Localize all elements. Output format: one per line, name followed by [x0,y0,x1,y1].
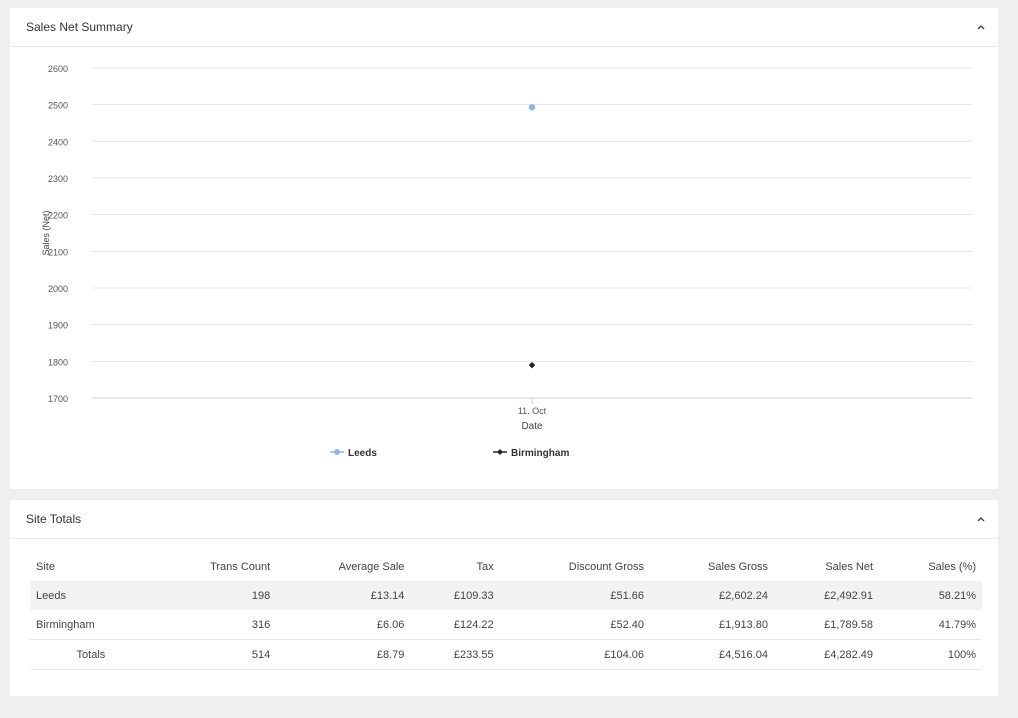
y-tick-label: 1800 [48,357,68,367]
point-birmingham [528,361,536,369]
legend-marker [497,449,503,455]
column-header-trans-count[interactable]: Trans Count [152,552,276,581]
x-axis-title: Date [521,421,543,432]
cell-trans-count: 316 [151,610,277,640]
table-panel-header[interactable]: Site Totals [10,500,998,539]
cell-discount-gross: £51.66 [499,581,650,610]
site-totals-panel: Site Totals Site Trans Count Average Sal… [10,500,998,696]
site-totals-table: Site Trans Count Average Sale Tax Discou… [30,552,982,670]
y-axis-title: Sales (Net) [41,210,51,255]
cell-total-tax: £233.55 [410,639,500,670]
legend-marker [334,449,340,455]
y-tick-label: 2000 [48,284,68,294]
cell-total-trans-count: 514 [151,639,277,670]
y-tick-label: 2400 [48,137,68,147]
y-tick-label: 2300 [48,174,68,184]
y-tick-label: 2500 [48,101,68,111]
cell-tax: £109.33 [410,581,500,610]
legend-label-birmingham[interactable]: Birmingham [511,448,569,459]
sales-net-summary-panel: Sales Net Summary 1700 1800 1900 2000 2100 22… [10,8,998,489]
cell-total-sales-percent: 100% [879,639,982,670]
column-header-sales-gross[interactable]: Sales Gross [650,552,774,581]
cell-site: Birmingham [30,610,152,640]
cell-sales-percent: 58.21% [879,581,982,610]
chevron-up-icon[interactable] [976,22,986,32]
cell-total-sales-gross: £4,516.04 [649,639,774,670]
cell-tax: £124.22 [410,610,500,640]
y-tick-label: 1700 [48,394,68,404]
point-leeds [528,104,536,111]
y-tick-label: 1900 [48,321,68,331]
cell-average-sale: £6.06 [276,610,411,640]
table-panel-title: Site Totals [26,512,82,526]
cell-total-average-sale: £8.79 [276,639,411,670]
column-header-site[interactable]: Site [30,552,152,581]
chart-panel-title: Sales Net Summary [26,20,133,34]
cell-total-sales-net: £4,282.49 [773,639,880,670]
cell-sales-gross: £2,602.24 [649,581,774,610]
chevron-up-icon[interactable] [976,514,986,524]
table-header-row: Site Trans Count Average Sale Tax Discou… [30,552,982,581]
chart-panel-header[interactable]: Sales Net Summary [10,8,998,47]
cell-sales-percent: 41.79% [879,610,982,640]
cell-trans-count: 198 [151,581,277,610]
column-header-discount-gross[interactable]: Discount Gross [500,552,650,581]
column-header-tax[interactable]: Tax [410,552,499,581]
cell-site: Leeds [30,581,152,610]
cell-sales-gross: £1,913.80 [649,610,774,640]
table-row[interactable]: Birmingham 316 £6.06 £124.22 £52.40 £1,9… [30,610,982,640]
column-header-sales-net[interactable]: Sales Net [774,552,879,581]
cell-total-discount-gross: £104.06 [499,639,650,670]
cell-sales-net: £1,789.58 [773,610,880,640]
sales-net-chart: 1700180019002000210022002300240025002600… [41,64,972,459]
cell-sales-net: £2,492.91 [773,581,880,610]
cell-discount-gross: £52.40 [499,610,650,640]
totals-row: Totals 514 £8.79 £233.55 £104.06 £4,516.… [30,639,982,670]
cell-average-sale: £13.14 [276,581,411,610]
legend-label-leeds[interactable]: Leeds [348,448,377,459]
column-header-sales-percent[interactable]: Sales (%) [879,552,982,581]
cell-totals-label: Totals [30,639,152,670]
table-row[interactable]: Leeds 198 £13.14 £109.33 £51.66 £2,602.2… [30,581,982,610]
column-header-average-sale[interactable]: Average Sale [276,552,410,581]
y-tick-label: 2600 [48,64,68,74]
x-tick-label: 11. Oct [518,406,547,416]
